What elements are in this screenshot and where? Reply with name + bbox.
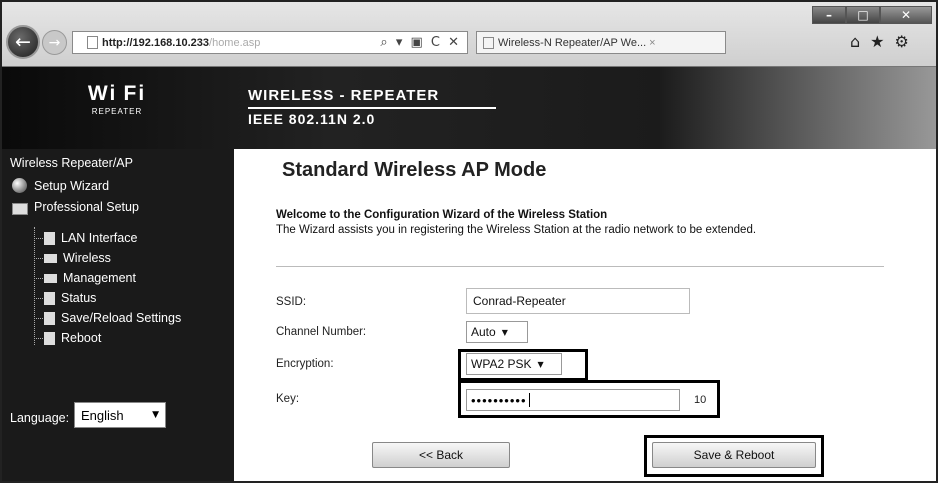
address-bar[interactable]: http://192.168.10.233 /home.asp ⌕ ▾ ▣ C … (72, 31, 468, 54)
encryption-select[interactable]: WPA2 PSK ▼ (466, 353, 562, 375)
tab-close-icon[interactable]: × (649, 37, 655, 49)
sidebar-item-reboot[interactable]: Reboot (34, 331, 101, 345)
chevron-down-icon: ▼ (537, 359, 544, 369)
language-value: English (81, 407, 124, 423)
wifi-logo: Wi Fi REPEATER (62, 83, 172, 137)
page-icon (44, 331, 55, 345)
encryption-value: WPA2 PSK (471, 357, 532, 371)
channel-select[interactable]: Auto ▼ (466, 321, 528, 343)
sidebar-title[interactable]: Wireless Repeater/AP (10, 156, 133, 170)
browser-window: ← → http://192.168.10.233 /home.asp ⌕ ▾ … (0, 0, 938, 483)
sidebar-item-status[interactable]: Status (34, 291, 96, 305)
url-host: http://192.168.10.233 (102, 36, 210, 49)
sidebar-item-professional-setup[interactable]: Professional Setup (12, 200, 139, 215)
page-icon (44, 291, 55, 305)
maximize-button[interactable]: □ (846, 6, 880, 24)
welcome-title: Welcome to the Configuration Wizard of t… (276, 209, 608, 221)
home-icon[interactable]: ⌂ (850, 32, 860, 51)
url-path: /home.asp (209, 36, 261, 49)
tab-title: Wireless-N Repeater/AP We... (498, 36, 647, 49)
address-tools-icons[interactable]: ⌕ ▾ ▣ C ✕ (380, 35, 461, 50)
page-header: Wi Fi REPEATER WIRELESS - REPEATER IEEE … (2, 67, 936, 149)
sidebar-item-lan-interface[interactable]: LAN Interface (34, 231, 137, 245)
language-label: Language: (10, 411, 70, 425)
sidebar-item-wireless[interactable]: Wireless (34, 251, 111, 265)
page-icon (87, 36, 98, 49)
settings-gear-icon[interactable]: ⚙ (895, 32, 909, 51)
close-button[interactable]: ✕ (880, 6, 932, 24)
main-content: Standard Wireless AP Mode Welcome to the… (234, 149, 936, 481)
sidebar: Wireless Repeater/AP Setup Wizard Profes… (2, 149, 234, 481)
welcome-text: The Wizard assists you in registering th… (276, 224, 757, 236)
chevron-down-icon: ▼ (152, 410, 159, 420)
browser-chrome: ← → http://192.168.10.233 /home.asp ⌕ ▾ … (2, 2, 936, 67)
folder-icon (44, 273, 57, 283)
key-label: Key: (276, 393, 300, 405)
logo-subtext: REPEATER (91, 107, 143, 116)
page-icon (44, 231, 55, 245)
ssid-label: SSID: (276, 296, 307, 308)
chevron-down-icon: ▼ (501, 327, 508, 337)
brand-subtitle: IEEE 802.11N 2.0 (248, 111, 376, 127)
logo-text: Wi Fi (87, 82, 147, 105)
sidebar-item-label: Status (61, 291, 97, 305)
computer-icon (12, 203, 28, 215)
browser-tab[interactable]: Wireless-N Repeater/AP We... × (476, 31, 726, 54)
brand-title: WIRELESS - REPEATER (248, 87, 440, 104)
key-input[interactable]: •••••••••• (466, 389, 680, 411)
sidebar-item-label: Setup Wizard (34, 178, 110, 193)
window-controls: – □ ✕ (812, 6, 936, 26)
back-button[interactable]: << Back (372, 442, 510, 468)
ssid-input[interactable]: Conrad-Repeater (466, 288, 690, 314)
globe-icon (12, 178, 27, 193)
channel-label: Channel Number: (276, 326, 367, 338)
sidebar-item-label: Reboot (61, 331, 102, 345)
minimize-button[interactable]: – (812, 6, 846, 24)
sidebar-item-management[interactable]: Management (34, 271, 136, 285)
channel-value: Auto (471, 325, 496, 339)
language-select[interactable]: English ▼ (74, 402, 166, 428)
sidebar-item-label: Professional Setup (34, 200, 139, 214)
page-title: Standard Wireless AP Mode (282, 159, 547, 181)
browser-tool-icons: ⌂ ★ ⚙ (850, 32, 909, 51)
forward-arrow-icon[interactable]: → (42, 30, 67, 55)
back-arrow-icon[interactable]: ← (6, 25, 40, 59)
sidebar-item-save-reload[interactable]: Save/Reload Settings (34, 311, 181, 325)
sidebar-item-label: Save/Reload Settings (61, 311, 182, 325)
page-icon (483, 36, 494, 49)
encryption-label: Encryption: (276, 358, 334, 370)
divider (276, 266, 884, 267)
sidebar-item-label: LAN Interface (61, 231, 138, 245)
sidebar-item-setup-wizard[interactable]: Setup Wizard (12, 178, 109, 193)
text-cursor (528, 393, 530, 407)
save-reboot-button[interactable]: Save & Reboot (652, 442, 816, 468)
sidebar-item-label: Management (63, 271, 136, 285)
brand-underline (248, 107, 496, 109)
favorites-star-icon[interactable]: ★ (870, 32, 884, 51)
page-icon (44, 311, 55, 325)
key-value: •••••••••• (471, 392, 527, 408)
key-length-count: 10 (694, 394, 707, 406)
sidebar-item-label: Wireless (63, 251, 111, 265)
folder-icon (44, 253, 57, 263)
